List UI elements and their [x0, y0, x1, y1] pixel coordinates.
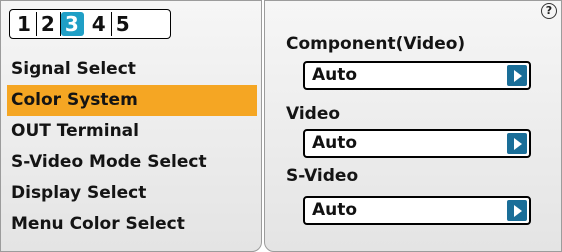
menu-item-out-terminal[interactable]: OUT Terminal [7, 116, 257, 147]
menu-item-menu-color-select[interactable]: Menu Color Select [7, 209, 257, 240]
settings-panel: ? Component(Video) Auto Video Auto S-Vid… [264, 0, 562, 252]
component-video-label: Component(Video) [286, 34, 466, 54]
video-label: Video [286, 104, 341, 124]
video-value: Auto [312, 133, 358, 153]
s-video-select[interactable]: Auto [303, 196, 531, 225]
s-video-label: S-Video [286, 166, 359, 186]
arrow-right-icon[interactable] [507, 133, 527, 154]
tab-5[interactable]: 5 [112, 12, 135, 36]
tab-4[interactable]: 4 [88, 12, 112, 36]
menu-panel: 1 2 3 4 5 Signal Select Color System OUT… [0, 0, 262, 252]
tab-3[interactable]: 3 [60, 12, 84, 36]
tab-2[interactable]: 2 [37, 12, 61, 36]
tab-1[interactable]: 1 [13, 12, 37, 36]
menu-item-s-video-mode-select[interactable]: S-Video Mode Select [7, 147, 257, 178]
video-select[interactable]: Auto [303, 129, 531, 158]
arrow-right-icon[interactable] [507, 200, 527, 221]
menu-item-color-system[interactable]: Color System [7, 85, 257, 116]
arrow-right-icon[interactable] [507, 65, 527, 86]
s-video-value: Auto [312, 200, 358, 220]
menu-list: Signal Select Color System OUT Terminal … [7, 54, 257, 240]
menu-item-signal-select[interactable]: Signal Select [7, 54, 257, 85]
component-video-value: Auto [312, 65, 358, 85]
help-icon[interactable]: ? [541, 3, 557, 19]
page-tabs: 1 2 3 4 5 [9, 9, 171, 39]
menu-item-display-select[interactable]: Display Select [7, 178, 257, 209]
component-video-select[interactable]: Auto [303, 61, 531, 90]
